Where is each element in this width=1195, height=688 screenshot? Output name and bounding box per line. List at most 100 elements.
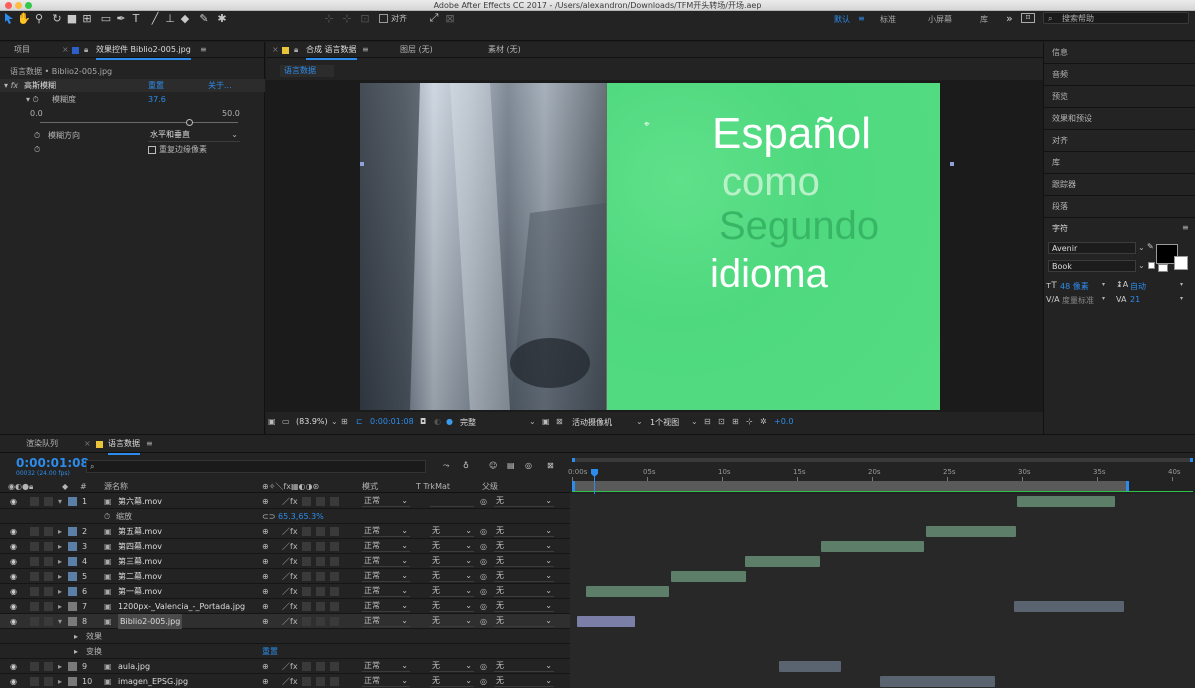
mode-dropdown[interactable]: 正常 ⌄ bbox=[362, 525, 410, 537]
layer-name[interactable]: 第一幕.mov bbox=[118, 584, 162, 599]
chevron-down-icon[interactable]: ⌄ bbox=[331, 417, 338, 426]
lock-toggle[interactable] bbox=[44, 677, 53, 686]
eye-icon[interactable]: ◉ bbox=[10, 659, 17, 674]
chevron-down-icon[interactable]: ▾ bbox=[1102, 281, 1105, 288]
effect-about-link[interactable]: 关于... bbox=[208, 80, 232, 92]
pickwhip-icon[interactable]: ◎ bbox=[480, 584, 487, 599]
layer-handle[interactable] bbox=[950, 162, 954, 166]
switch-fx-icon[interactable]: ／fx bbox=[282, 539, 298, 554]
layer-name[interactable]: aula.jpg bbox=[118, 659, 150, 674]
lock-toggle[interactable] bbox=[44, 662, 53, 671]
expand-arrow-icon[interactable]: ▸ bbox=[58, 659, 62, 674]
layer-duration-bar[interactable] bbox=[671, 571, 746, 582]
tab-footage[interactable]: 素材 (无) bbox=[488, 42, 521, 58]
layer-label-swatch[interactable] bbox=[68, 602, 77, 611]
expand-arrow-icon[interactable]: ▾ bbox=[58, 614, 62, 629]
stopwatch-icon[interactable]: ⏱︎ bbox=[34, 144, 40, 156]
expand-arrow-icon[interactable]: ▸ bbox=[58, 524, 62, 539]
chevron-down-icon[interactable]: ▾ bbox=[1102, 295, 1105, 302]
eye-icon[interactable]: ◉ bbox=[10, 524, 17, 539]
rectangle-tool-icon[interactable]: ▭ bbox=[99, 11, 113, 25]
chevron-down-icon[interactable]: ▾ bbox=[1180, 295, 1183, 302]
panel-paragraph[interactable]: 段落 bbox=[1044, 196, 1195, 218]
expand-arrow-icon[interactable]: ▸ bbox=[74, 629, 78, 644]
layer-label-swatch[interactable] bbox=[68, 497, 77, 506]
monitor-icon[interactable]: ▭ bbox=[282, 417, 290, 426]
layer-name[interactable]: 第三幕.mov bbox=[118, 554, 162, 569]
hand-tool-icon[interactable]: ✋ bbox=[17, 11, 31, 25]
switch-box[interactable] bbox=[316, 572, 325, 581]
trkmat-dropdown[interactable]: 无 ⌄ bbox=[430, 675, 474, 687]
audio-toggle[interactable] bbox=[30, 527, 39, 536]
layer-duration-bar[interactable] bbox=[586, 586, 669, 597]
switch-box[interactable] bbox=[302, 497, 311, 506]
camera-tool-icon[interactable]: ■ bbox=[65, 11, 79, 25]
sync-settings-icon[interactable]: ⊡ bbox=[1021, 13, 1035, 23]
shy-icon[interactable]: ☺ bbox=[489, 461, 497, 470]
col-trkmat[interactable]: T TrkMat bbox=[416, 481, 450, 493]
time-navigator[interactable] bbox=[572, 458, 1193, 462]
white-swatch[interactable] bbox=[1148, 262, 1155, 269]
panel-tracker[interactable]: 跟踪器 bbox=[1044, 174, 1195, 196]
audio-toggle[interactable] bbox=[30, 572, 39, 581]
tracking-value[interactable]: 21 bbox=[1130, 295, 1140, 304]
audio-toggle[interactable] bbox=[30, 677, 39, 686]
lock-icon[interactable]: 🔒︎ bbox=[84, 42, 88, 58]
pickwhip-icon[interactable]: ◎ bbox=[480, 494, 487, 509]
switch-box[interactable] bbox=[316, 542, 325, 551]
av-features-icon[interactable]: ◉◐●🔒︎ bbox=[8, 481, 33, 493]
layer-duration-bar[interactable] bbox=[926, 526, 1016, 537]
trkmat-dropdown[interactable]: 无 ⌄ bbox=[430, 615, 474, 627]
chevron-down-icon[interactable]: ⌄ bbox=[1138, 243, 1145, 252]
layer-row[interactable]: ◉ ▸ 10 ▣ imagen_EPSG.jpg ⊕ ／fx 正常 ⌄ 无 ⌄ ◎ 无 ⌄ bbox=[0, 674, 1195, 688]
switch-box[interactable] bbox=[330, 617, 339, 626]
clone-stamp-tool-icon[interactable]: ⊥ bbox=[163, 11, 177, 25]
comp-breadcrumb[interactable]: 语言数据 bbox=[280, 65, 334, 77]
flowchart-icon[interactable]: ⊹ bbox=[746, 417, 753, 426]
trkmat-dropdown[interactable]: 无 ⌄ bbox=[430, 555, 474, 567]
switch-box[interactable] bbox=[302, 572, 311, 581]
col-mode[interactable]: 模式 bbox=[362, 481, 378, 493]
layer-label-swatch[interactable] bbox=[68, 677, 77, 686]
fast-preview-icon[interactable]: ⊡ bbox=[718, 417, 725, 426]
audio-toggle[interactable] bbox=[30, 497, 39, 506]
layer-row[interactable]: ◉ ▾ 1 ▣ 第六幕.mov ⊕ ／fx 正常 ⌄ ◎ 无 ⌄ bbox=[0, 494, 1195, 509]
panel-menu-icon[interactable]: ≡ bbox=[146, 435, 153, 453]
switch-shy-icon[interactable]: ⊕ bbox=[262, 539, 269, 554]
roto-brush-tool-icon[interactable]: ✎ bbox=[197, 11, 211, 25]
graph-editor-icon[interactable]: ⊠ bbox=[547, 461, 554, 470]
switch-box[interactable] bbox=[316, 662, 325, 671]
trkmat-dropdown[interactable] bbox=[430, 495, 474, 507]
leading-value[interactable]: 自动 bbox=[1130, 281, 1146, 292]
font-style-dropdown[interactable]: Book bbox=[1048, 260, 1136, 272]
parent-dropdown[interactable]: 无 ⌄ bbox=[494, 540, 554, 552]
comp-mini-flowchart-icon[interactable]: ⤳ bbox=[443, 461, 449, 471]
layer-duration-bar[interactable] bbox=[821, 541, 924, 552]
panel-libraries[interactable]: 库 bbox=[1044, 152, 1195, 174]
switch-box[interactable] bbox=[330, 677, 339, 686]
switch-shy-icon[interactable]: ⊕ bbox=[262, 674, 269, 688]
chevron-down-icon[interactable]: ⌄ bbox=[636, 417, 643, 426]
current-time-display[interactable]: 0:00:01:08 bbox=[370, 417, 414, 426]
work-area-start[interactable] bbox=[572, 481, 575, 491]
audio-toggle[interactable] bbox=[30, 557, 39, 566]
trkmat-dropdown[interactable]: 无 ⌄ bbox=[430, 570, 474, 582]
frame-blending-icon[interactable]: ▤ bbox=[507, 461, 515, 470]
layer-name[interactable]: 第二幕.mov bbox=[118, 569, 162, 584]
quality-dropdown[interactable]: 完整 bbox=[460, 417, 476, 428]
type-tool-icon[interactable]: T bbox=[129, 11, 143, 25]
lock-toggle[interactable] bbox=[44, 542, 53, 551]
expand-arrow-icon[interactable]: ▸ bbox=[74, 644, 78, 659]
search-help-box[interactable]: ⌕ 搜索帮助 bbox=[1043, 12, 1189, 24]
switch-shy-icon[interactable]: ⊕ bbox=[262, 599, 269, 614]
view-axis-icon[interactable]: ⊡ bbox=[358, 11, 372, 25]
snap-options-icon[interactable]: ⊠ bbox=[443, 11, 457, 25]
switch-box[interactable] bbox=[316, 527, 325, 536]
pickwhip-icon[interactable]: ◎ bbox=[480, 599, 487, 614]
switch-fx-icon[interactable]: ／fx bbox=[282, 494, 298, 509]
parent-dropdown[interactable]: 无 ⌄ bbox=[494, 525, 554, 537]
tab-effect-controls[interactable]: 效果控件 Biblio2-005.jpg bbox=[96, 42, 191, 60]
resolution-icon[interactable]: ⊞ bbox=[341, 417, 348, 426]
world-axis-icon[interactable]: ⊹ bbox=[340, 11, 354, 25]
switch-shy-icon[interactable]: ⊕ bbox=[262, 494, 269, 509]
